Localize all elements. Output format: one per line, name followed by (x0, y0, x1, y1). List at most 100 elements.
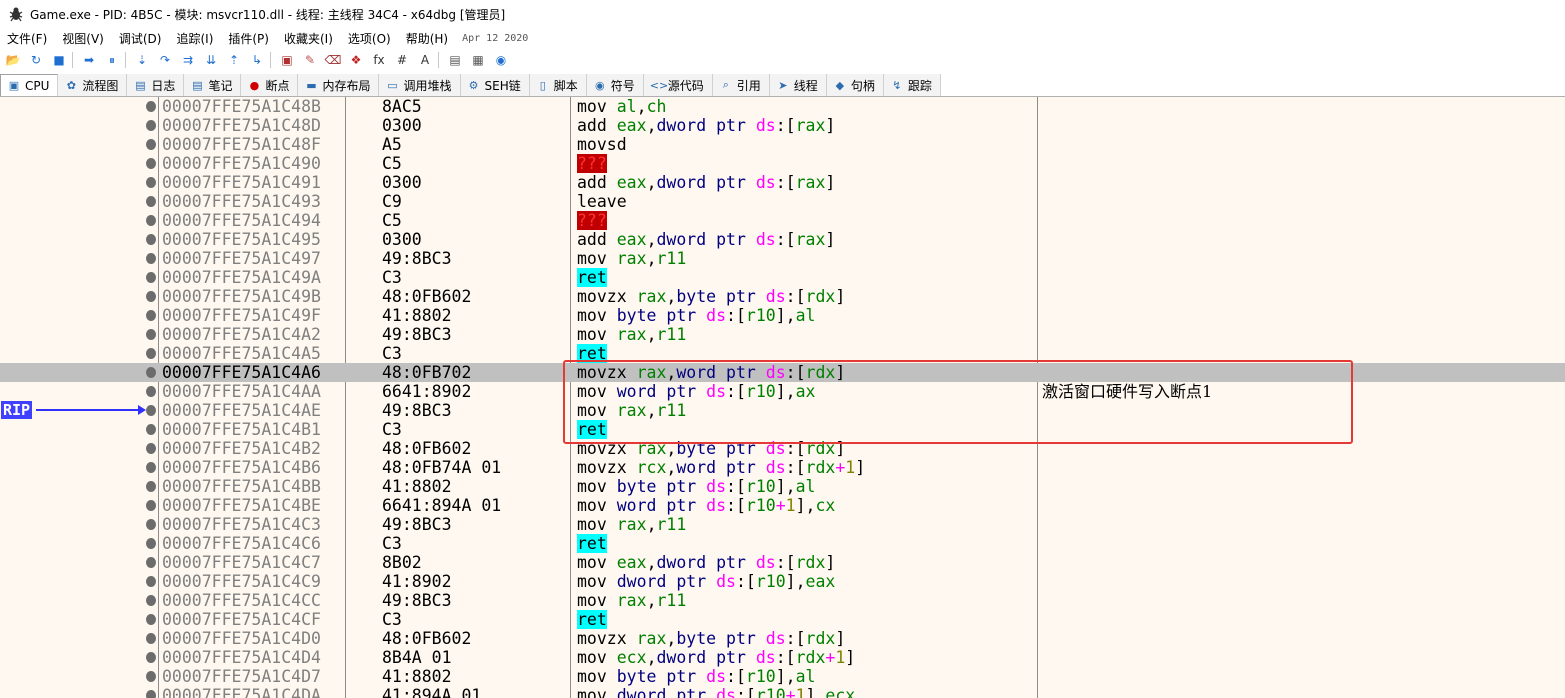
disasm-row[interactable]: 00007FFE75A1C4CF C3 ret (0, 610, 1565, 629)
disasm-row[interactable]: 00007FFE75A1C4A2 49:8BC3 mov rax,r11 (0, 325, 1565, 344)
breakpoint-dot-icon[interactable] (146, 120, 156, 131)
disasm-row[interactable]: 00007FFE75A1C494 C5??? (0, 211, 1565, 230)
execute-till-return-icon[interactable]: ⇡ (224, 50, 244, 70)
breakpoint-dot-icon[interactable] (146, 443, 156, 454)
disasm-row[interactable]: 00007FFE75A1C4BE 6641:894A 01 mov word ptr… (0, 496, 1565, 515)
disasm-row[interactable]: 00007FFE75A1C4D0 48:0FB602 movzx rax,byte … (0, 629, 1565, 648)
patch-icon[interactable]: ▣ (277, 50, 297, 70)
breakpoint-dot-icon[interactable] (146, 310, 156, 321)
calculator-icon[interactable]: ▦ (468, 50, 488, 70)
disasm-row[interactable]: 00007FFE75A1C490 C5??? (0, 154, 1565, 173)
disasm-row[interactable]: 00007FFE75A1C4CC 49:8BC3 mov rax,r11 (0, 591, 1565, 610)
disasm-row[interactable]: 00007FFE75A1C4C7 8B02 mov eax,dword ptr ds… (0, 553, 1565, 572)
breakpoint-dot-icon[interactable] (146, 329, 156, 340)
trace-into-icon[interactable]: ⇉ (178, 50, 198, 70)
breakpoint-dot-icon[interactable] (146, 139, 156, 150)
breakpoint-dot-icon[interactable] (146, 690, 156, 698)
disasm-row[interactable]: 00007FFE75A1C4C6 C3 ret (0, 534, 1565, 553)
stop-icon[interactable]: ■ (49, 50, 69, 70)
tab-8[interactable]: ▯ 脚本 (529, 74, 587, 96)
breakpoint-dot-icon[interactable] (146, 291, 156, 302)
tab-5[interactable]: ▬ 内存布局 (298, 74, 380, 96)
open-icon[interactable]: 📂 (3, 50, 23, 70)
scylla-icon[interactable]: ▤ (445, 50, 465, 70)
tab-0[interactable]: ▣ CPU (0, 74, 59, 96)
breakpoint-dot-icon[interactable] (146, 576, 156, 587)
menu-plugins[interactable]: 插件(P) (221, 30, 277, 47)
breakpoint-dot-icon[interactable] (146, 348, 156, 359)
disasm-row[interactable]: 00007FFE75A1C48D 0300 add eax,dword ptr ds… (0, 116, 1565, 135)
menu-favourites[interactable]: 收藏夹(I) (277, 30, 341, 47)
breakpoint-dot-icon[interactable] (146, 671, 156, 682)
disasm-row[interactable]: 00007FFE75A1C49B 48:0FB602 movzx rax,byte … (0, 287, 1565, 306)
disasm-row[interactable]: 00007FFE75A1C495 0300 add eax,dword ptr ds… (0, 230, 1565, 249)
disassembly-view[interactable]: 00007FFE75A1C48B 8AC5 mov al,ch 00007FFE75A… (0, 97, 1565, 698)
breakpoint-dot-icon[interactable] (146, 158, 156, 169)
breakpoint-dot-icon[interactable] (146, 367, 156, 378)
breakpoint-dot-icon[interactable] (146, 424, 156, 435)
menu-options[interactable]: 选项(O) (341, 30, 399, 47)
breakpoint-dot-icon[interactable] (146, 538, 156, 549)
breakpoint-dot-icon[interactable] (146, 481, 156, 492)
breakpoint-dot-icon[interactable] (146, 234, 156, 245)
disasm-row[interactable]: 00007FFE75A1C4A5 C3 ret (0, 344, 1565, 363)
breakpoint-dot-icon[interactable] (146, 196, 156, 207)
menu-help[interactable]: 帮助(H) (399, 30, 456, 47)
tab-9[interactable]: ◉ 符号 (586, 74, 644, 96)
disasm-row[interactable]: 00007FFE75A1C48F A5 movsd (0, 135, 1565, 154)
hash-icon[interactable]: # (392, 50, 412, 70)
breakpoint-dot-icon[interactable] (146, 177, 156, 188)
breakpoint-dot-icon[interactable] (146, 462, 156, 473)
tab-3[interactable]: ▤ 笔记 (184, 74, 242, 96)
font-icon[interactable]: A (415, 50, 435, 70)
breakpoint-dot-icon[interactable] (146, 557, 156, 568)
disasm-row[interactable]: 00007FFE75A1C4AE 49:8BC3 mov rax,r11 (0, 401, 1565, 420)
breakpoint-dot-icon[interactable] (146, 652, 156, 663)
tab-14[interactable]: ↯ 跟踪 (883, 74, 941, 96)
disasm-row[interactable]: 00007FFE75A1C4D4 8B4A 01 mov ecx,dword ptr… (0, 648, 1565, 667)
menu-debug[interactable]: 调试(D) (112, 30, 170, 47)
run-to-user-code-icon[interactable]: ↳ (247, 50, 267, 70)
disasm-row[interactable]: 00007FFE75A1C4C3 49:8BC3 mov rax,r11 (0, 515, 1565, 534)
disasm-row[interactable]: 00007FFE75A1C4A6 48:0FB702 movzx rax,word … (0, 363, 1565, 382)
menu-trace[interactable]: 追踪(I) (169, 30, 221, 47)
breakpoint-dot-icon[interactable] (146, 101, 156, 112)
breakpoint-dot-icon[interactable] (146, 519, 156, 530)
breakpoint-dot-icon[interactable] (146, 595, 156, 606)
step-into-icon[interactable]: ⇣ (132, 50, 152, 70)
label-icon[interactable]: ⌫ (323, 50, 343, 70)
tab-10[interactable]: <> 源代码 (643, 74, 713, 96)
breakpoint-dot-icon[interactable] (146, 253, 156, 264)
breakpoint-dot-icon[interactable] (146, 633, 156, 644)
disasm-row[interactable]: 00007FFE75A1C4AA 6641:8902 mov word ptr ds… (0, 382, 1565, 401)
breakpoint-dot-icon[interactable] (146, 386, 156, 397)
tab-13[interactable]: ◆ 句柄 (826, 74, 884, 96)
breakpoint-dot-icon[interactable] (146, 215, 156, 226)
menu-file[interactable]: 文件(F) (0, 30, 55, 47)
globe-icon[interactable]: ◉ (491, 50, 511, 70)
run-icon[interactable]: ➡ (79, 50, 99, 70)
comment-icon[interactable]: ✎ (300, 50, 320, 70)
disasm-row[interactable]: 00007FFE75A1C4C9 41:8902 mov dword ptr ds:… (0, 572, 1565, 591)
pause-icon[interactable]: ⏸ (102, 50, 122, 70)
disasm-row[interactable]: 00007FFE75A1C493 C9 leave (0, 192, 1565, 211)
trace-over-icon[interactable]: ⇊ (201, 50, 221, 70)
menu-view[interactable]: 视图(V) (55, 30, 112, 47)
disasm-row[interactable]: 00007FFE75A1C4DA 41:894A 01 mov dword ptr … (0, 686, 1565, 698)
tab-4[interactable]: ● 断点 (241, 74, 299, 96)
tab-12[interactable]: ➤ 线程 (769, 74, 827, 96)
disasm-row[interactable]: 00007FFE75A1C4D7 41:8802 mov byte ptr ds:[… (0, 667, 1565, 686)
disasm-row[interactable]: 00007FFE75A1C4B2 48:0FB602 movzx rax,byte … (0, 439, 1565, 458)
breakpoint-dot-icon[interactable] (146, 405, 156, 416)
tab-6[interactable]: ▭ 调用堆栈 (379, 74, 461, 96)
disasm-row[interactable]: 00007FFE75A1C49A C3 ret (0, 268, 1565, 287)
breakpoint-dot-icon[interactable] (146, 272, 156, 283)
bookmark-icon[interactable]: ❖ (346, 50, 366, 70)
breakpoint-dot-icon[interactable] (146, 500, 156, 511)
disasm-row[interactable]: 00007FFE75A1C491 0300 add eax,dword ptr ds… (0, 173, 1565, 192)
tab-11[interactable]: ⌕ 引用 (712, 74, 770, 96)
tab-1[interactable]: ✿ 流程图 (58, 74, 128, 96)
breakpoint-dot-icon[interactable] (146, 614, 156, 625)
disasm-row[interactable]: 00007FFE75A1C49F 41:8802 mov byte ptr ds:[… (0, 306, 1565, 325)
tab-7[interactable]: ⚙ SEH链 (460, 74, 530, 96)
